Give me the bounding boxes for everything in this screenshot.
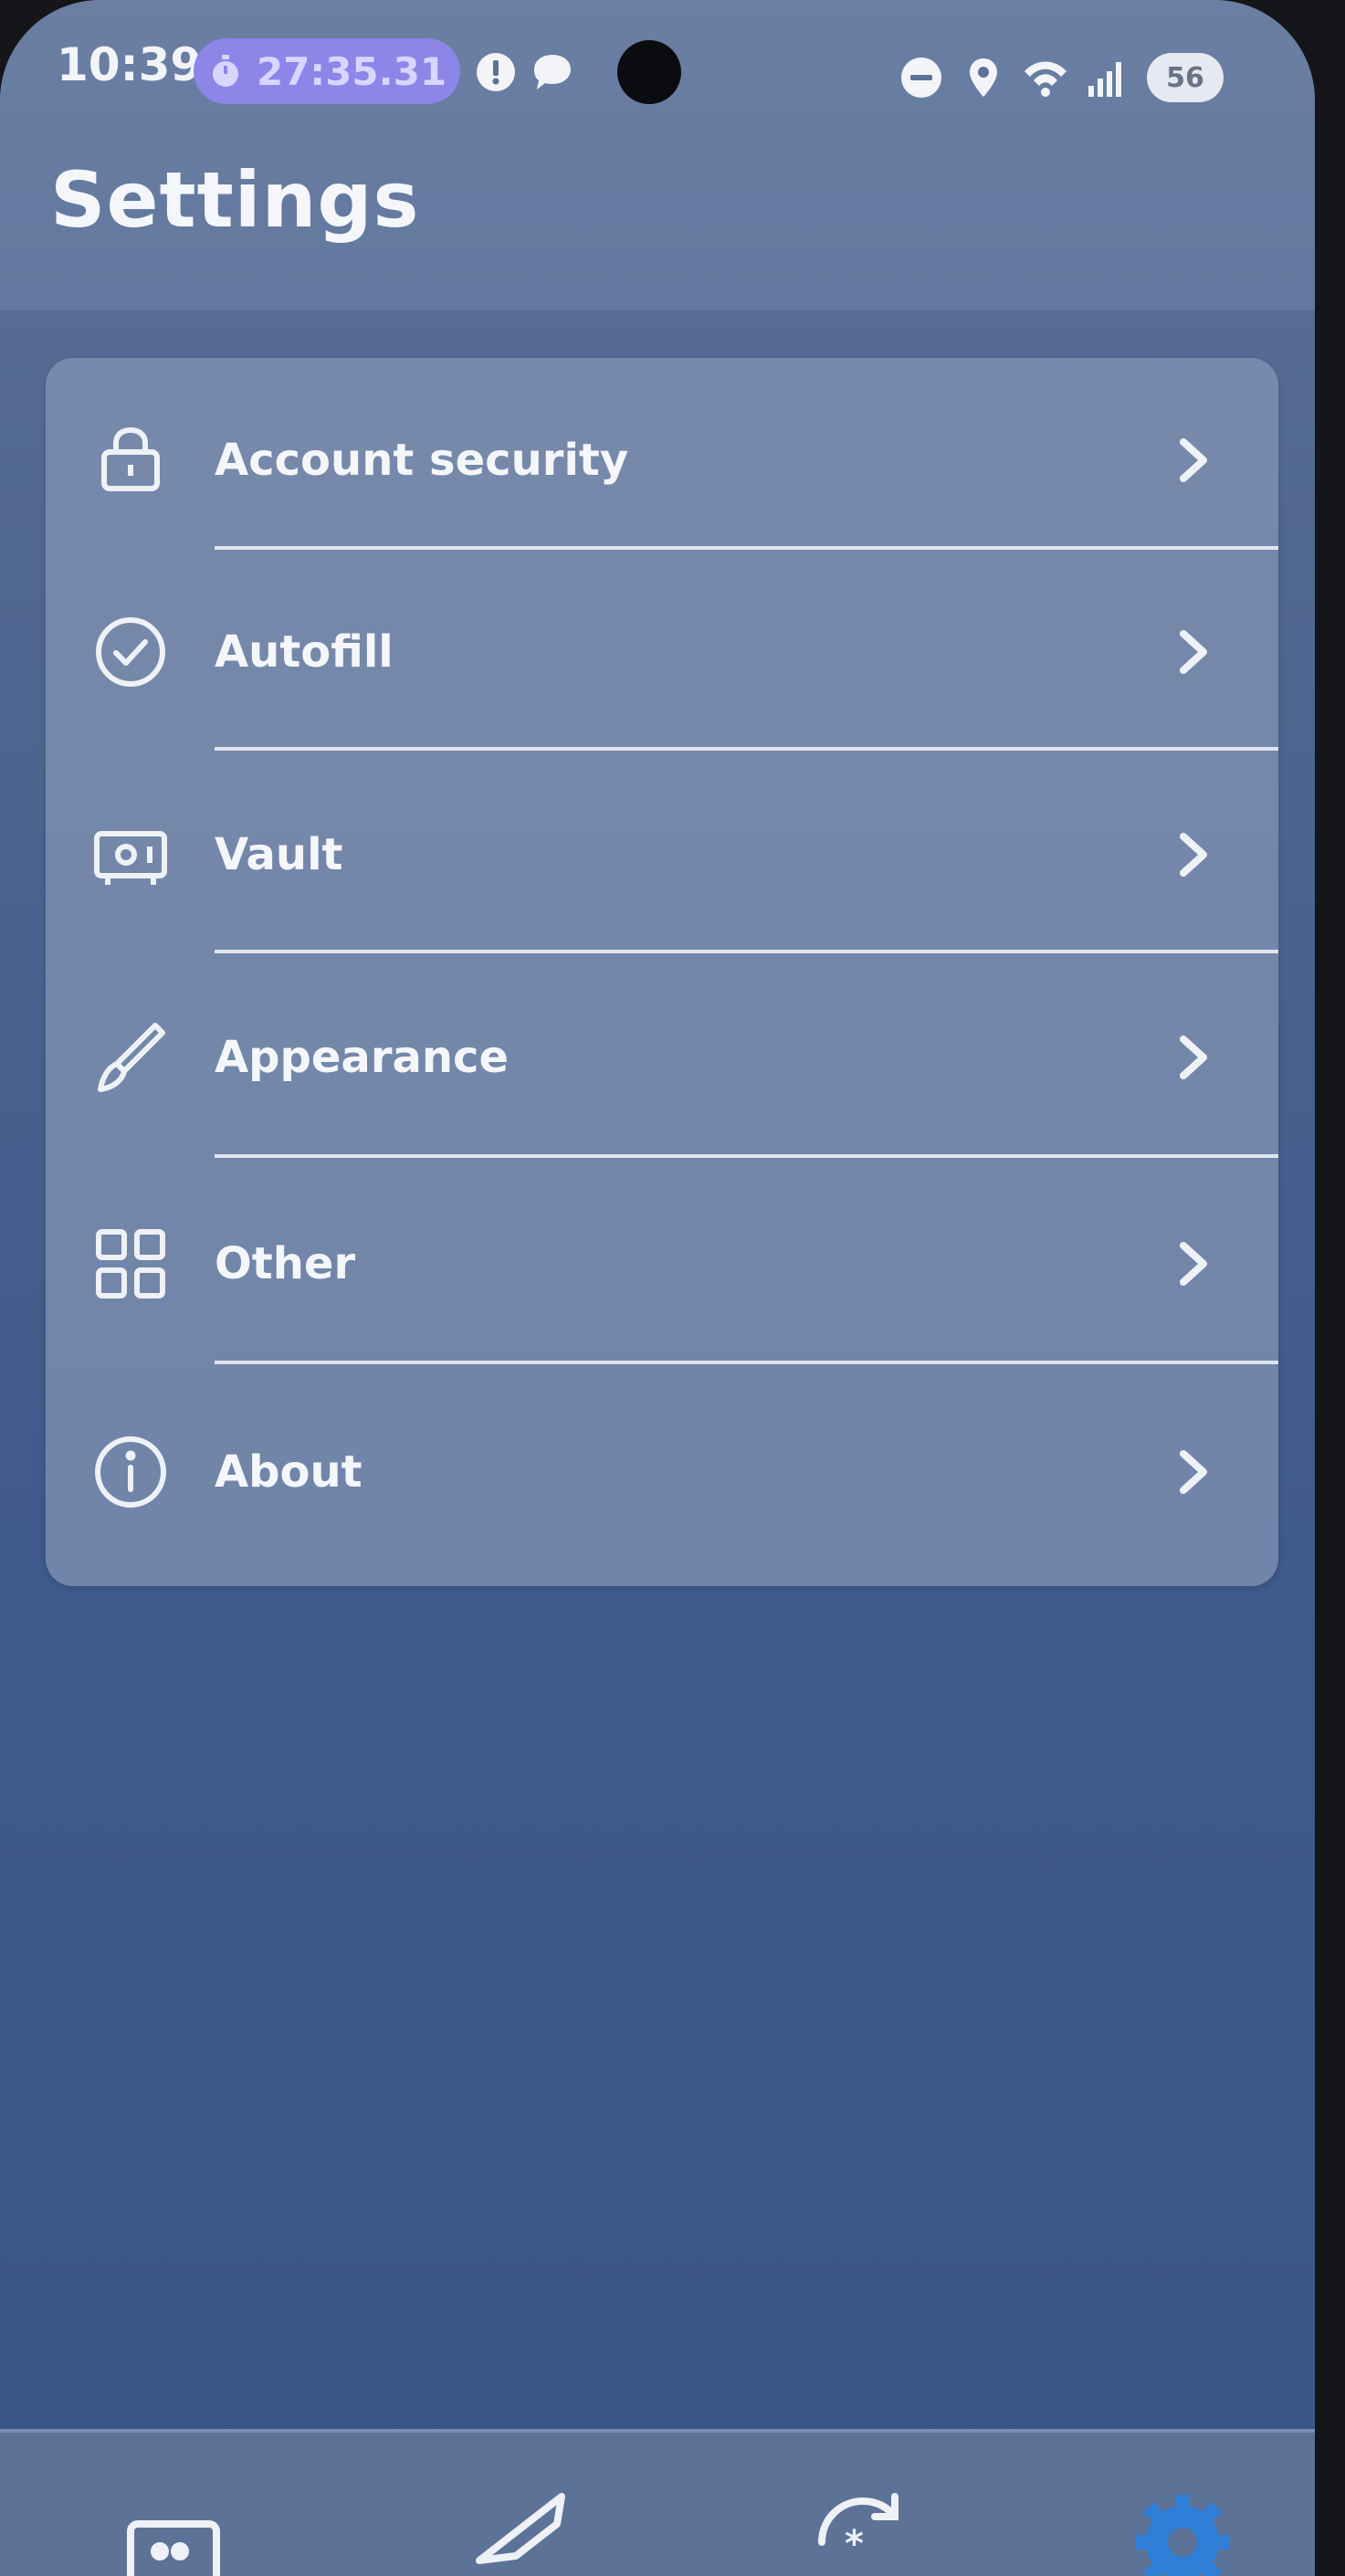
stopwatch-icon [212,55,238,87]
settings-item-other[interactable]: Other [46,1162,1278,1366]
divider [215,747,1278,751]
settings-item-label: Account security [215,435,629,486]
settings-item-account-security[interactable]: Account security [46,358,1278,563]
chevron-right-icon [1172,435,1214,486]
battery-indicator: 56 [1147,53,1224,102]
nav-tab-generator[interactable]: * [808,2469,909,2576]
chevron-right-icon [1172,1238,1214,1289]
divider [215,950,1278,953]
settings-item-autofill[interactable]: Autofill [46,550,1278,754]
page-title: Settings [50,155,420,245]
settings-item-label: Autofill [215,626,394,678]
do-not-disturb-icon [901,58,941,98]
signal-icon [1088,62,1121,97]
settings-item-appearance[interactable]: Appearance [46,955,1278,1160]
nav-tab-settings[interactable] [1132,2469,1233,2576]
stopwatch-time: 27:35.31 [256,48,447,94]
settings-item-vault[interactable]: Vault [46,752,1278,957]
svg-text:*: * [845,2523,864,2565]
stopwatch-chip[interactable]: 27:35.31 [194,38,460,104]
location-icon [970,58,997,97]
info-icon [91,1433,170,1511]
bottom-navigation: * [0,2429,1315,2576]
app-screen: 10:39 27:35.31 56 Settings Account secur… [0,0,1315,2576]
chevron-right-icon [1172,1032,1214,1083]
nav-tab-send[interactable] [470,2469,571,2576]
lock-icon [91,421,170,499]
divider [215,1361,1278,1364]
chevron-right-icon [1172,1446,1214,1498]
settings-item-label: About [215,1446,363,1498]
nav-tab-vault[interactable] [123,2469,224,2576]
chat-bubble-icon [534,55,571,89]
vault-icon [91,815,170,894]
grid-icon [91,1225,170,1303]
vault-tab-icon [127,2520,220,2576]
front-camera [617,40,681,104]
check-circle-icon [91,613,170,691]
divider [215,1154,1278,1158]
notification-icons [475,51,573,93]
alert-icon [477,53,515,91]
phone-frame: 10:39 27:35.31 56 Settings Account secur… [0,0,1345,2576]
settings-item-label: Other [215,1238,356,1289]
chevron-right-icon [1172,829,1214,880]
status-bar: 10:39 27:35.31 56 [0,0,1315,137]
settings-item-label: Vault [215,829,343,880]
settings-list: Account security Autofill Vault Appearan… [46,358,1278,1586]
settings-gear-icon [1135,2495,1230,2576]
wifi-icon [1025,61,1067,97]
paintbrush-icon [91,1018,170,1097]
system-icons: 56 [898,53,1224,102]
send-icon [476,2493,565,2564]
settings-item-about[interactable]: About [46,1370,1278,1574]
chevron-right-icon [1172,626,1214,678]
settings-item-label: Appearance [215,1032,510,1083]
status-time: 10:39 [57,38,203,91]
generator-icon: * [818,2493,898,2565]
